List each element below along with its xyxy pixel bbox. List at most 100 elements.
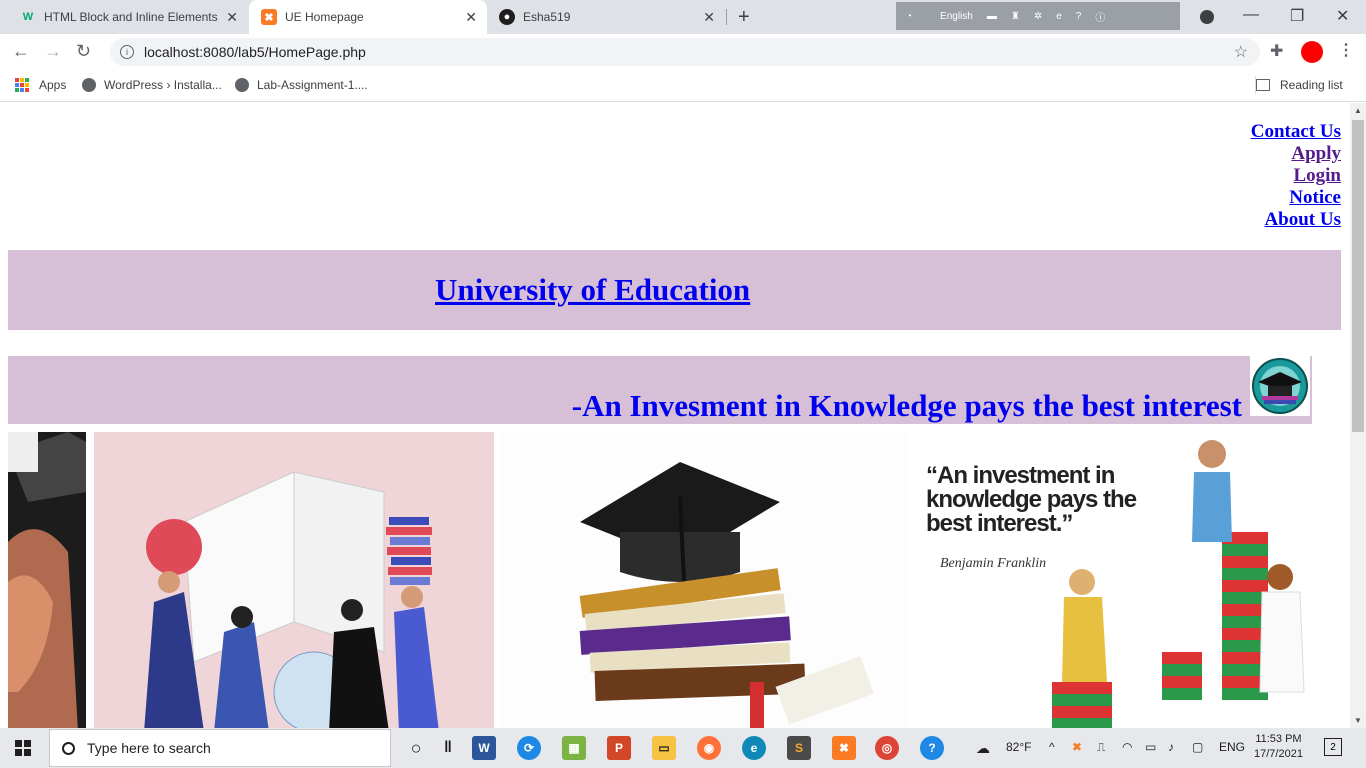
- nav-link-apply[interactable]: Apply: [1251, 143, 1341, 165]
- info-icon[interactable]: ⓘ: [1095, 9, 1105, 24]
- nav-link-login[interactable]: Login: [1251, 165, 1341, 187]
- clock-date: 17/7/2021: [1254, 748, 1303, 760]
- scrollbar-thumb[interactable]: [1352, 120, 1364, 432]
- usb-tray-icon[interactable]: ⎍: [1097, 740, 1105, 755]
- minimize-button[interactable]: —: [1243, 6, 1259, 24]
- chrome-icon[interactable]: ◎: [875, 736, 899, 760]
- github-icon: ●: [499, 9, 515, 25]
- scroll-up-arrow-icon[interactable]: ▲: [1354, 106, 1362, 115]
- bookmark-wordpress[interactable]: WordPress › Installa...: [82, 78, 222, 92]
- search-icon: [62, 741, 75, 755]
- gallery-quote-author: Benjamin Franklin: [940, 556, 1047, 571]
- edge-icon[interactable]: e: [742, 736, 766, 760]
- powerpoint-icon[interactable]: P: [607, 736, 631, 760]
- notification-count: 2: [1330, 741, 1336, 753]
- cortana-icon[interactable]: ○: [404, 736, 428, 760]
- display-icon[interactable]: ▢: [1192, 740, 1203, 754]
- profile-avatar[interactable]: [1301, 41, 1323, 63]
- reading-list-icon: [1256, 79, 1270, 91]
- system-clock[interactable]: 11:53 PM 17/7/2021: [1254, 732, 1303, 762]
- sublime-text-icon[interactable]: S: [787, 736, 811, 760]
- sync-icon[interactable]: ⟳: [517, 736, 541, 760]
- search-placeholder[interactable]: Type here to search: [87, 740, 211, 756]
- restore-button[interactable]: ❐: [1290, 6, 1304, 26]
- help-app-icon[interactable]: ?: [920, 736, 944, 760]
- task-view-icon[interactable]: ‖: [436, 736, 460, 760]
- globe-icon: [82, 78, 96, 92]
- bookmark-star-icon[interactable]: ☆: [1234, 42, 1248, 62]
- globe-icon: [235, 78, 249, 92]
- nav-link-notice[interactable]: Notice: [1251, 187, 1341, 209]
- bookmarks-bar: Apps WordPress › Installa... Lab-Assignm…: [0, 70, 1366, 102]
- site-info-icon[interactable]: i: [120, 45, 134, 59]
- motto-banner: -An Invesment in Knowledge pays the best…: [8, 356, 1312, 424]
- gallery-image-graduate: [8, 432, 86, 728]
- close-icon[interactable]: ✕: [465, 9, 477, 26]
- reading-list-button[interactable]: Reading list: [1256, 78, 1343, 92]
- xampp-icon: ✖: [261, 9, 277, 25]
- settings-icon[interactable]: ✲: [1034, 11, 1042, 22]
- gallery-image-investment-quote: “An investment in knowledge pays the bes…: [912, 432, 1312, 728]
- w3schools-icon: W: [22, 11, 34, 23]
- close-icon[interactable]: ✕: [226, 9, 238, 26]
- title-banner: University of Education: [8, 250, 1341, 330]
- tab-w3schools[interactable]: W HTML Block and Inline Elements ✕: [8, 0, 248, 34]
- firefox-icon[interactable]: ◉: [697, 736, 721, 760]
- language-indicator[interactable]: ENG: [1219, 740, 1245, 754]
- url-text[interactable]: localhost:8080/lab5/HomePage.php: [144, 44, 366, 60]
- volume-icon[interactable]: ♪: [1168, 740, 1174, 754]
- windows-start-icon[interactable]: [15, 740, 31, 756]
- taskbar-search-box[interactable]: Type here to search: [49, 729, 391, 767]
- forward-arrow-icon[interactable]: →: [44, 41, 62, 62]
- extensions-puzzle-icon[interactable]: ✚: [1270, 41, 1283, 61]
- bookmark-apps[interactable]: Apps: [15, 78, 66, 92]
- xampp-taskbar-icon[interactable]: ✖: [832, 736, 856, 760]
- tray-chevron-up-icon[interactable]: ^: [1049, 740, 1055, 754]
- pin-icon[interactable]: ♜: [1011, 11, 1020, 22]
- address-bar[interactable]: i localhost:8080/lab5/HomePage.php ☆: [110, 38, 1260, 66]
- reading-list-label: Reading list: [1280, 78, 1343, 92]
- weather-icon[interactable]: ☁: [976, 740, 990, 757]
- tab-github[interactable]: ● Esha519 ✕: [487, 0, 725, 34]
- word-icon[interactable]: W: [472, 736, 496, 760]
- motto-text: -An Invesment in Knowledge pays the best…: [571, 388, 1242, 423]
- tab-ue-homepage[interactable]: ✖ UE Homepage ✕: [249, 0, 487, 34]
- ime-language[interactable]: English: [940, 11, 973, 22]
- bookmark-label: Apps: [39, 78, 67, 92]
- scroll-down-arrow-icon[interactable]: ▼: [1354, 716, 1362, 725]
- university-title-link[interactable]: University of Education: [435, 272, 750, 308]
- wifi-icon[interactable]: ◠: [1122, 740, 1132, 754]
- browser-toolbar: ← → ↻ i localhost:8080/lab5/HomePage.php…: [0, 34, 1366, 70]
- apps-grid-icon: [15, 78, 29, 92]
- bookmark-label: Lab-Assignment-1....: [257, 78, 368, 92]
- tab-title: Esha519: [523, 10, 571, 24]
- reload-icon[interactable]: ↻: [76, 41, 91, 62]
- gallery-image-book-illustration: [94, 432, 494, 728]
- close-window-button[interactable]: ✕: [1336, 6, 1349, 26]
- nav-link-about-us[interactable]: About Us: [1251, 209, 1341, 231]
- back-arrow-icon[interactable]: ←: [12, 41, 30, 62]
- tab-search-icon[interactable]: [1200, 10, 1214, 24]
- weather-temp[interactable]: 82°F: [1006, 740, 1031, 754]
- ime-language-bar[interactable]: ◔ English ▬ ♜ ✲ e ? ⓘ: [896, 2, 1180, 30]
- browser-menu-icon[interactable]: ⋮: [1338, 40, 1354, 60]
- bookmark-lab-assignment[interactable]: Lab-Assignment-1....: [235, 78, 368, 92]
- help-icon[interactable]: ?: [1076, 11, 1082, 22]
- notification-center-icon[interactable]: 2: [1324, 738, 1342, 756]
- snipping-icon[interactable]: ▦: [562, 736, 586, 760]
- battery-icon[interactable]: ▭: [1145, 740, 1156, 754]
- xampp-tray-icon[interactable]: ✖: [1072, 740, 1082, 754]
- ie-icon[interactable]: e: [1056, 11, 1062, 22]
- bookmark-label: WordPress › Installa...: [104, 78, 222, 92]
- page-scrollbar[interactable]: ▲ ▼: [1350, 103, 1366, 728]
- nav-link-contact-us[interactable]: Contact Us: [1251, 121, 1341, 143]
- keyboard-icon[interactable]: ▬: [987, 11, 997, 22]
- clock-time: 11:53 PM: [1255, 733, 1302, 745]
- ime-icon[interactable]: ◔: [906, 11, 912, 22]
- image-gallery: “An investment in knowledge pays the bes…: [8, 432, 1312, 728]
- close-icon[interactable]: ✕: [703, 9, 715, 26]
- university-logo: [1250, 356, 1310, 416]
- tab-title: UE Homepage: [285, 10, 364, 24]
- file-explorer-icon[interactable]: ▭: [652, 736, 676, 760]
- new-tab-button[interactable]: +: [738, 6, 750, 29]
